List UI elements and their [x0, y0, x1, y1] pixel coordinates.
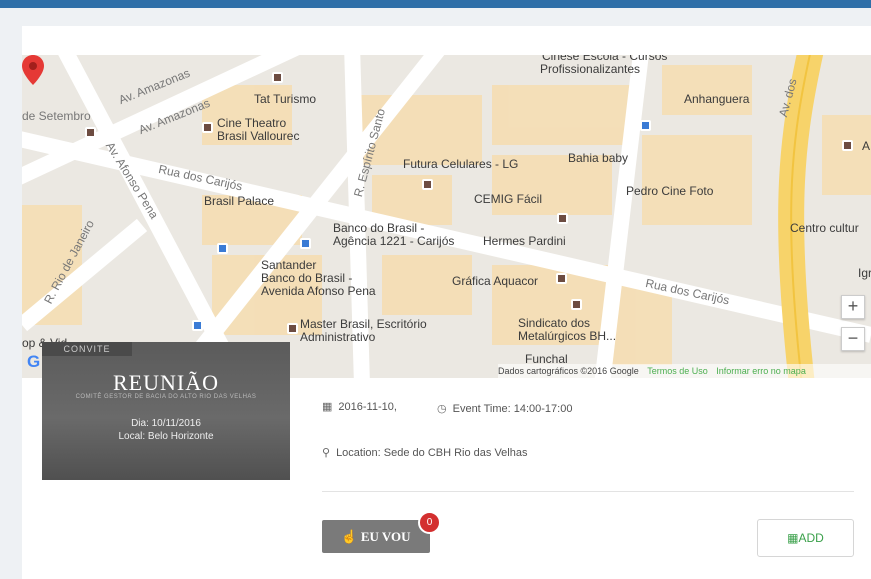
poi-marker[interactable] — [556, 273, 567, 284]
invite-location: Local: Belo Horizonte — [118, 431, 214, 442]
event-date-text: 2016-11-10, — [338, 401, 397, 413]
place-label: A — [862, 139, 871, 153]
location-value: Sede do CBH Rio das Velhas — [380, 447, 528, 459]
attribution-text: Dados cartográficos ©2016 Google — [498, 366, 639, 376]
place-label: Avenida Afonso Pena — [261, 284, 376, 298]
going-button-label: EU VOU — [360, 529, 411, 544]
place-label: Gráfica Aquacor — [452, 274, 539, 288]
place-label: Agência 1221 - Carijós — [333, 234, 455, 248]
place-label: Futura Celulares - LG — [403, 157, 519, 171]
add-to-calendar-button[interactable]: ▦ADD — [757, 519, 854, 557]
top-navigation-bar — [0, 0, 871, 8]
add-button-label: ADD — [798, 531, 824, 545]
place-label: Brasil Vallourec — [217, 129, 300, 143]
location-pin-icon: ⚲ — [322, 447, 331, 459]
place-label: Igr — [858, 266, 871, 280]
poi-marker[interactable] — [422, 179, 433, 190]
place-label: CEMIG Fácil — [474, 192, 543, 206]
place-label: Tat Turismo — [254, 92, 317, 106]
place-label: Brasil Palace — [204, 194, 275, 208]
event-invitation-image: CONVITE REUNIÃO COMITÊ GESTOR DE BACIA D… — [42, 342, 290, 480]
terms-link[interactable]: Termos de Uso — [647, 366, 708, 376]
place-label: Metalúrgicos BH... — [518, 329, 617, 343]
place-label: Cinese Escola - Cursos — [542, 55, 668, 63]
event-time-text: Event Time: 14:00-17:00 — [452, 403, 573, 415]
invite-title: REUNIÃO — [113, 370, 219, 395]
place-label: Hermes Pardini — [483, 234, 566, 248]
invite-subtitle: COMITÊ GESTOR DE BACIA DO ALTO RIO DAS V… — [75, 394, 257, 400]
report-error-link[interactable]: Informar erro no mapa — [716, 366, 806, 376]
event-time: ◷ Event Time: 14:00-17:00 — [437, 402, 572, 416]
map-pin-icon[interactable] — [22, 55, 44, 85]
place-label: Centro cultur — [790, 221, 859, 235]
calendar-add-icon: ▦ — [787, 531, 799, 545]
poi-marker[interactable] — [272, 72, 283, 83]
poi-marker[interactable] — [557, 213, 568, 224]
thumbs-up-icon: ☝ — [341, 529, 361, 544]
street-label: de Setembro — [22, 109, 91, 123]
event-date: ▦ 2016-11-10, — [322, 400, 397, 414]
going-button[interactable]: ☝ EU VOU — [322, 520, 430, 553]
place-label: Anhanguera — [684, 92, 750, 106]
poi-marker[interactable] — [85, 127, 96, 138]
invite-tag: CONVITE — [42, 342, 132, 356]
poi-marker[interactable] — [287, 323, 298, 334]
zoom-out-button[interactable]: − — [841, 327, 865, 351]
divider — [322, 491, 854, 492]
zoom-in-button[interactable]: + — [841, 295, 865, 319]
place-label: Administrativo — [300, 330, 376, 344]
place-label: Profissionalizantes — [540, 62, 641, 76]
poi-marker[interactable] — [217, 243, 228, 254]
calendar-icon: ▦ — [322, 401, 333, 413]
event-map[interactable]: Av. Amazonas Av. Amazonas Av. Afonso Pen… — [22, 55, 871, 378]
poi-marker[interactable] — [842, 140, 853, 151]
location-label: Location: — [336, 447, 381, 459]
poi-marker[interactable] — [192, 320, 203, 331]
clock-icon: ◷ — [437, 403, 447, 415]
poi-marker[interactable] — [571, 299, 582, 310]
place-label: Pedro Cine Foto — [626, 184, 714, 198]
google-logo[interactable]: G — [27, 352, 40, 372]
invite-date: Dia: 10/11/2016 — [131, 418, 201, 429]
poi-marker[interactable] — [202, 122, 213, 133]
map-attribution: Dados cartográficos ©2016 Google Termos … — [498, 364, 871, 378]
event-location: ⚲ Location: Sede do CBH Rio das Velhas — [322, 446, 527, 460]
poi-marker[interactable] — [640, 120, 651, 131]
poi-marker[interactable] — [300, 238, 311, 249]
place-label: Bahia baby — [568, 151, 629, 165]
going-count-badge: 0 — [418, 511, 441, 534]
